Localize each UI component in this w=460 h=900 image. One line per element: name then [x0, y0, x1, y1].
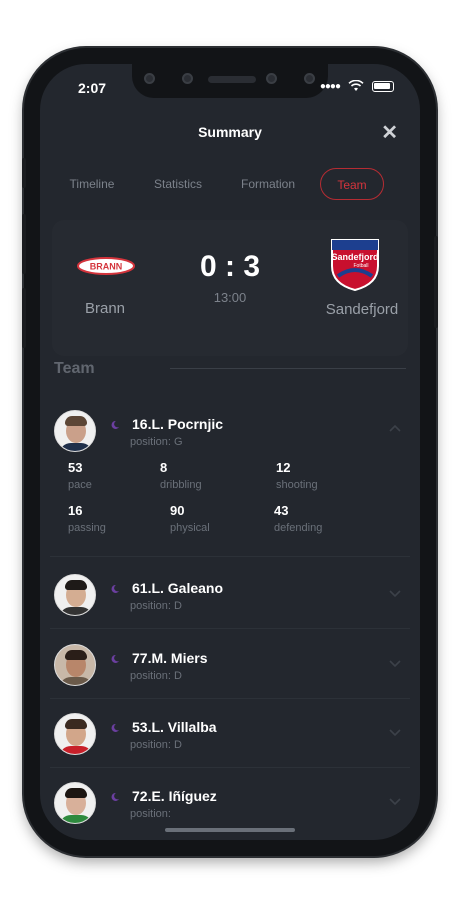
sandefjord-logo-text: Sandefjord	[331, 252, 378, 262]
player-name: 61.L. Galeano	[132, 580, 224, 596]
page-title: Summary	[198, 124, 262, 140]
side-button-volume-down	[22, 288, 26, 348]
player-name: 53.L. Villalba	[132, 719, 217, 735]
moon-icon	[111, 420, 119, 429]
stat-label: defending	[274, 522, 323, 534]
tab-statistics[interactable]: Statistics	[138, 168, 218, 200]
side-button-volume-up	[22, 214, 26, 274]
player-position: position:	[130, 808, 171, 820]
player-row-pocrnjic[interactable]: 16.L. Pocrnjic position: G	[50, 404, 410, 464]
row-divider	[50, 628, 410, 629]
player-row-iniguez[interactable]: 72.E. Iñíguez position:	[50, 776, 410, 836]
chevron-down-icon[interactable]	[388, 725, 402, 739]
stat-value: 43	[274, 503, 289, 518]
player-position: position: D	[130, 600, 182, 612]
stat-label: pace	[68, 479, 92, 491]
player-row-villalba[interactable]: 53.L. Villalba position: D	[50, 707, 410, 767]
away-team-name: Sandefjord	[325, 301, 399, 318]
side-button-power	[434, 236, 438, 328]
wifi-icon	[348, 80, 364, 91]
tab-team[interactable]: Team	[320, 168, 384, 200]
speaker	[208, 76, 256, 83]
player-row-galeano[interactable]: 61.L. Galeano position: D	[50, 568, 410, 628]
player-avatar	[54, 410, 96, 452]
home-indicator[interactable]	[165, 828, 295, 832]
stat-label: passing	[68, 522, 106, 534]
stat-shooting: 12 shooting	[276, 460, 318, 491]
stat-dribbling: 8 dribbling	[160, 460, 202, 491]
chevron-down-icon[interactable]	[388, 656, 402, 670]
chevron-down-icon[interactable]	[388, 586, 402, 600]
sandefjord-logo-subtext: Fotball	[353, 263, 368, 269]
tab-formation[interactable]: Formation	[226, 168, 310, 200]
section-title: Team	[54, 360, 95, 377]
row-divider	[50, 767, 410, 768]
player-position: position: D	[130, 739, 182, 751]
side-button-mute	[22, 158, 26, 188]
stat-value: 53	[68, 460, 83, 475]
tab-timeline[interactable]: Timeline	[54, 168, 130, 200]
sensor-icon	[266, 73, 277, 84]
player-stats: 53 pace 8 dribbling 12 shooting 16 passi…	[60, 456, 400, 546]
player-avatar	[54, 574, 96, 616]
stat-value: 16	[68, 503, 83, 518]
player-name: 77.M. Miers	[132, 650, 208, 666]
row-divider	[50, 698, 410, 699]
camera-icon	[144, 73, 155, 84]
player-avatar	[54, 644, 96, 686]
chevron-up-icon[interactable]	[388, 422, 402, 436]
player-name: 72.E. Iñíguez	[132, 788, 217, 804]
battery-icon	[372, 80, 394, 92]
moon-icon	[111, 654, 119, 663]
app-screen: 2:07 ●●●● Summary ✕ Timeline Statistics …	[40, 64, 420, 840]
player-position: position: G	[130, 436, 183, 448]
stat-label: shooting	[276, 479, 318, 491]
stat-value: 8	[160, 460, 168, 475]
moon-icon	[111, 584, 119, 593]
sensor-icon	[182, 73, 193, 84]
player-avatar	[54, 782, 96, 824]
status-icons: ●●●●	[320, 80, 394, 92]
moon-icon	[111, 723, 119, 732]
close-icon[interactable]: ✕	[381, 120, 398, 145]
stat-pace: 53 pace	[68, 460, 92, 491]
section-divider	[170, 368, 406, 369]
stat-value: 12	[276, 460, 291, 475]
moon-icon	[111, 792, 119, 801]
player-row-miers[interactable]: 77.M. Miers position: D	[50, 638, 410, 698]
score-card: BRANN Brann 0 : 3 13:00 Sandefjord Fotba…	[52, 220, 408, 356]
chevron-down-icon[interactable]	[388, 794, 402, 808]
stat-physical: 90 physical	[170, 503, 210, 534]
player-name: 16.L. Pocrnjic	[132, 416, 224, 432]
sensor-icon	[304, 73, 315, 84]
player-avatar	[54, 713, 96, 755]
row-divider	[50, 556, 410, 557]
stat-value: 90	[170, 503, 185, 518]
stat-label: physical	[170, 522, 210, 534]
sandefjord-logo: Sandefjord Fotball	[331, 239, 379, 292]
stat-passing: 16 passing	[68, 503, 106, 534]
player-position: position: D	[130, 670, 182, 682]
notch	[132, 64, 328, 98]
tab-bar: Timeline Statistics Formation Team	[40, 168, 420, 200]
status-time: 2:07	[78, 80, 107, 96]
stat-label: dribbling	[160, 479, 202, 491]
stat-defending: 43 defending	[274, 503, 322, 534]
signal-icon: ●●●●	[319, 80, 341, 92]
